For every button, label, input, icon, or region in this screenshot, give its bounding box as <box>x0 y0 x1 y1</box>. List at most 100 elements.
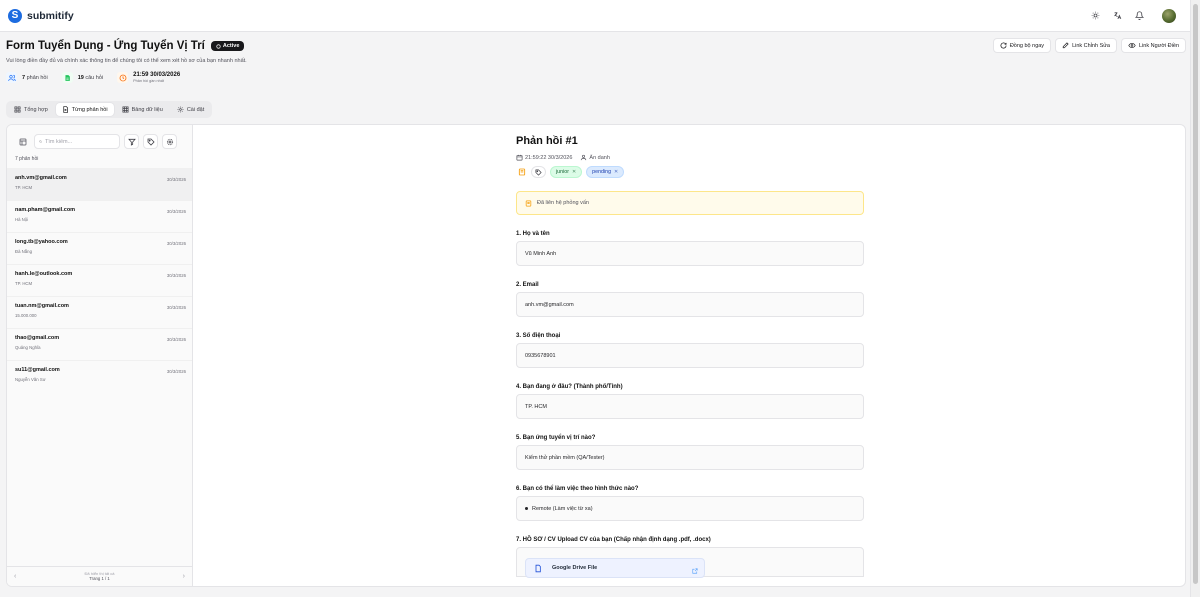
answer-option: Remote (Làm việc từ xa) <box>525 506 593 512</box>
filter-button[interactable] <box>124 134 139 149</box>
note-icon <box>525 199 532 207</box>
question-block: 2. Email anh.vm@gmail.com <box>516 282 864 317</box>
tab-data-table[interactable]: Bảng dữ liệu <box>116 103 169 116</box>
tag-icon <box>147 138 155 146</box>
tab-settings[interactable]: Cài đặt <box>171 103 210 116</box>
response-email: tuan.nm@gmail.com <box>15 303 69 309</box>
response-date: 30/3/2026 <box>166 305 186 310</box>
tab-summary[interactable]: Tổng hợp <box>8 103 54 116</box>
file-card[interactable]: Google Drive File <box>525 558 705 578</box>
answer-box: Remote (Làm việc từ xa) <box>516 496 864 521</box>
question-block: 4. Bạn đang ở đâu? (Thành phố/Tỉnh) TP. … <box>516 384 864 419</box>
internal-note[interactable]: Đã liên hệ phỏng vấn <box>516 191 864 215</box>
scrollbar-thumb[interactable] <box>1193 4 1198 584</box>
responses-label: phản hồi <box>26 74 48 81</box>
prev-page-icon[interactable]: ‹ <box>14 573 16 580</box>
questions-count: 19 <box>77 74 84 81</box>
theme-sun-icon[interactable] <box>1090 11 1100 21</box>
page-title: Form Tuyển Dụng - Ứng Tuyển Vị Trí <box>6 40 205 52</box>
respondent-link-button[interactable]: Link Người Điền <box>1121 38 1186 53</box>
status-badge: Active <box>210 41 245 51</box>
edit-link-button[interactable]: Link Chỉnh Sửa <box>1055 38 1117 53</box>
last-response-time: 21:59 30/03/2026 <box>133 72 181 79</box>
responses-count: 7 <box>22 74 26 81</box>
respondent-link-label: Link Người Điền <box>1139 42 1179 49</box>
search-field[interactable] <box>34 134 120 149</box>
question-block: 1. Họ và tên Vũ Minh Anh <box>516 231 864 266</box>
response-summary: TP. HCM <box>15 281 33 286</box>
list-item[interactable]: thao@gmail.com 30/3/2026 Quảng Nghĩa <box>7 328 192 360</box>
calendar-icon <box>516 154 523 161</box>
answer-box: TP. HCM <box>516 394 864 419</box>
response-email: anh.vm@gmail.com <box>15 175 67 181</box>
page-scrollbar[interactable] <box>1190 0 1200 597</box>
list-item[interactable]: hanh.le@outlook.com 30/3/2026 TP. HCM <box>7 264 192 296</box>
form-header: Form Tuyển Dụng - Ứng Tuyển Vị Trí Activ… <box>6 38 1186 83</box>
edit-link-label: Link Chỉnh Sửa <box>1072 42 1110 49</box>
next-page-icon[interactable]: › <box>183 573 185 580</box>
view-tabs: Tổng hợp Từng phản hồi Bảng dữ liệu Cài … <box>6 101 213 118</box>
list-item[interactable]: tuan.nm@gmail.com 30/3/2026 15.000.000 <box>7 296 192 328</box>
response-email: su11@gmail.com <box>15 367 60 373</box>
last-response-label: Phản hồi gần nhất <box>133 78 164 83</box>
response-summary: Đà Nẵng <box>15 249 32 254</box>
response-date: 30/3/2026 <box>166 241 186 246</box>
response-summary: TP. HCM <box>15 185 33 190</box>
file-answer-box: Google Drive File <box>516 547 864 578</box>
add-tag-button[interactable] <box>531 166 546 178</box>
remove-tag-icon[interactable]: ✕ <box>572 169 576 175</box>
logo-mark-icon: S <box>8 8 22 23</box>
language-icon[interactable] <box>1112 11 1122 21</box>
response-timestamp: 21:59:22 30/3/2026 <box>516 154 572 161</box>
tag-label: pending <box>592 169 612 175</box>
response-list: anh.vm@gmail.com 30/3/2026 TP. HCM nam.p… <box>7 168 192 392</box>
question-label: 7. HỒ SƠ / CV Upload CV của bạn (Chấp nh… <box>516 537 711 543</box>
remove-tag-icon[interactable]: ✕ <box>614 169 618 175</box>
layout-toggle-icon[interactable] <box>15 134 30 149</box>
question-block: 6. Bạn có thể làm việc theo hình thức nà… <box>516 486 864 521</box>
question-block: 5. Bạn ứng tuyển vị trí nào? Kiểm thử ph… <box>516 435 864 470</box>
question-block: 3. Số điện thoại 0935678901 <box>516 333 864 368</box>
answer-box: 0935678901 <box>516 343 864 368</box>
tag-pending[interactable]: pending ✕ <box>586 166 625 178</box>
app-logo[interactable]: S submitify <box>8 8 74 23</box>
filter-icon <box>127 138 136 146</box>
response-summary: Nguyễn Văn Sư <box>15 377 46 382</box>
question-label: 1. Họ và tên <box>516 231 550 237</box>
tab-label: Cài đặt <box>186 106 205 113</box>
note-text: Đã liên hệ phỏng vấn <box>537 200 589 206</box>
response-date: 30/3/2026 <box>166 337 186 342</box>
users-icon <box>6 72 17 83</box>
sync-label: Đồng bộ ngay <box>1009 42 1045 49</box>
user-icon <box>581 154 587 161</box>
question-label: 3. Số điện thoại <box>516 333 561 339</box>
response-email: thao@gmail.com <box>15 335 60 341</box>
pagination: ‹ Đã hiển thị tất cả Trang 1 / 1 › <box>7 566 192 586</box>
note-icon[interactable] <box>516 167 527 178</box>
eye-icon <box>1128 43 1136 48</box>
pager-page: Trang 1 / 1 <box>89 576 110 582</box>
bell-icon[interactable] <box>1134 11 1144 21</box>
user-avatar[interactable] <box>1162 8 1176 23</box>
settings-button[interactable] <box>162 134 177 149</box>
answer-box: Kiểm thử phần mềm (QA/Tester) <box>516 445 864 470</box>
tab-individual-responses[interactable]: Từng phản hồi <box>55 103 114 116</box>
sync-button[interactable]: Đồng bộ ngay <box>992 38 1052 53</box>
list-item[interactable]: anh.vm@gmail.com 30/3/2026 TP. HCM <box>7 168 192 200</box>
list-item[interactable]: long.tb@yahoo.com 30/3/2026 Đà Nẵng <box>7 232 192 264</box>
status-dot-icon <box>216 43 221 49</box>
list-item[interactable]: nam.pham@gmail.com 30/3/2026 Hà Nội <box>7 200 192 232</box>
top-bar: S submitify <box>0 0 1190 32</box>
form-stats: 7 phản hồi 19 câu hỏi 21:59 30/03/2026 P… <box>6 72 1186 83</box>
list-item[interactable]: su11@gmail.com 30/3/2026 Nguyễn Văn Sư <box>7 360 192 392</box>
search-input[interactable] <box>45 138 115 145</box>
tab-label: Từng phản hồi <box>71 106 108 113</box>
tag-junior[interactable]: junior ✕ <box>550 166 583 178</box>
tab-label: Bảng dữ liệu <box>131 106 163 113</box>
responses-panel: 7 phản hồi anh.vm@gmail.com 30/3/2026 TP… <box>6 124 1186 587</box>
question-label: 2. Email <box>516 282 539 288</box>
cog-icon <box>166 138 173 145</box>
search-icon <box>39 140 42 143</box>
gear-icon <box>177 106 184 113</box>
tag-filter-button[interactable] <box>143 134 158 149</box>
